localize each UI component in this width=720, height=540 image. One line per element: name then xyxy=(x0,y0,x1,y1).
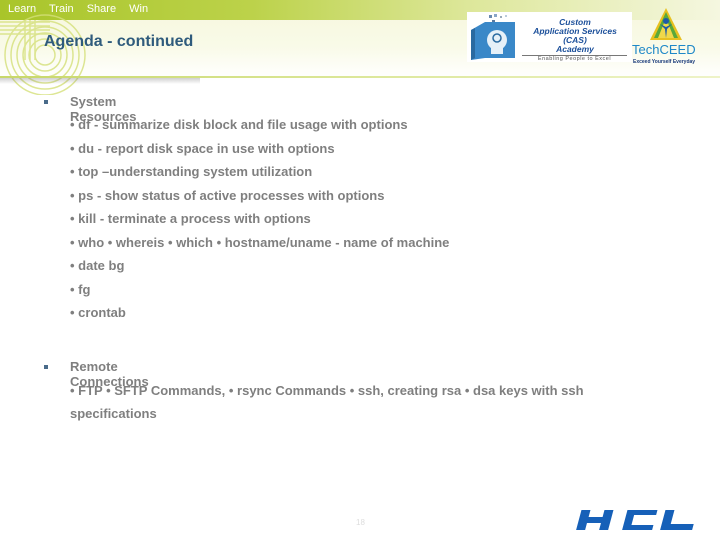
cas-logo-text: Custom Application Services (CAS) Academ… xyxy=(519,18,631,54)
techceed-emblem-icon xyxy=(650,8,682,40)
square-bullet-icon xyxy=(44,365,48,369)
list-item: • fg xyxy=(70,282,91,297)
cas-academy-logo: Custom Application Services (CAS) Academ… xyxy=(467,12,632,62)
techceed-name: TechCEED xyxy=(632,42,696,57)
list-item: • crontab xyxy=(70,305,126,320)
tagline-word: Win xyxy=(129,3,149,15)
list-item: specifications xyxy=(70,406,157,421)
slide-header: Learn Train Share Win Agenda - continued… xyxy=(0,0,720,95)
cas-line: Academy xyxy=(556,44,594,54)
square-bullet-icon xyxy=(44,100,48,104)
header-shadow xyxy=(0,78,200,84)
techceed-tagline: Exceed Yourself Everyday xyxy=(633,59,696,65)
list-item: • df - summarize disk block and file usa… xyxy=(70,117,408,132)
cas-logo-subtitle: Enabling People to Excel xyxy=(522,55,627,62)
list-item: • who • whereis • which • hostname/uname… xyxy=(70,235,450,250)
list-item: • FTP • SFTP Commands, • rsync Commands … xyxy=(70,383,584,398)
list-item: • date bg xyxy=(70,258,125,273)
page-number: 18 xyxy=(356,518,365,527)
book-head-icon xyxy=(471,14,515,60)
list-item: • top –understanding system utilization xyxy=(70,164,313,179)
list-item: • kill - terminate a process with option… xyxy=(70,211,311,226)
hcl-logo xyxy=(570,508,705,532)
techceed-name-part: CEED xyxy=(659,42,696,57)
techceed-logo: TechCEED Exceed Yourself Everyday xyxy=(630,6,710,66)
slide-title: Agenda - continued xyxy=(44,33,194,50)
techceed-name-part: Tech xyxy=(632,42,660,57)
list-item: • du - report disk space in use with opt… xyxy=(70,141,335,156)
list-item: • ps - show status of active processes w… xyxy=(70,188,385,203)
